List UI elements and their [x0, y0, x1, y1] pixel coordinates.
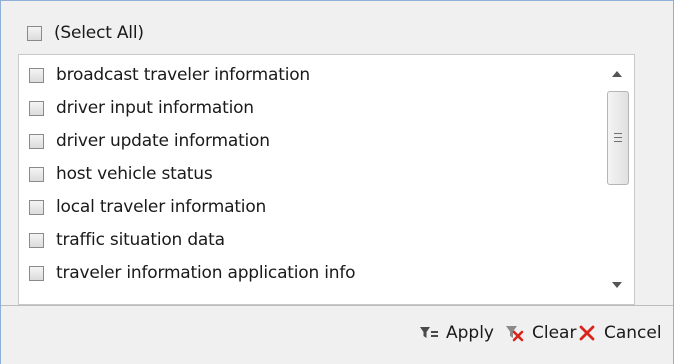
select-all-row[interactable]: (Select All) [27, 19, 144, 47]
select-all-label: (Select All) [54, 23, 144, 43]
item-checkbox[interactable] [29, 133, 44, 149]
apply-label: Apply [446, 323, 494, 343]
item-checkbox[interactable] [29, 232, 44, 248]
select-all-checkbox[interactable] [27, 25, 42, 41]
scroll-up-arrow-icon[interactable] [612, 71, 622, 77]
list-item[interactable]: traveler information application info [29, 258, 356, 288]
item-checkbox[interactable] [29, 166, 44, 182]
grip-line [614, 137, 622, 138]
item-checkbox[interactable] [29, 265, 44, 281]
vertical-scrollbar[interactable] [601, 55, 634, 304]
item-checkbox[interactable] [29, 199, 44, 215]
filter-clear-icon [506, 326, 524, 342]
scroll-down-arrow-icon[interactable] [612, 282, 622, 288]
grip-line [614, 133, 622, 134]
filter-dropdown-panel: (Select All) broadcast traveler informat… [0, 0, 674, 364]
item-label: driver update information [56, 131, 270, 151]
filter-values-list: broadcast traveler information driver in… [18, 54, 635, 305]
filter-apply-icon [420, 327, 438, 338]
cancel-button[interactable]: Cancel [576, 323, 662, 343]
list-item[interactable]: driver update information [29, 126, 270, 156]
clear-button[interactable]: Clear [504, 323, 576, 343]
close-icon [579, 325, 595, 341]
scroll-thumb[interactable] [607, 91, 629, 185]
cancel-label: Cancel [604, 323, 662, 343]
list-item[interactable]: host vehicle status [29, 159, 213, 189]
apply-button[interactable]: Apply [418, 323, 494, 343]
item-label: host vehicle status [56, 164, 213, 184]
item-checkbox[interactable] [29, 67, 44, 83]
footer-button-bar: Apply Clear Cancel [1, 305, 673, 364]
list-item[interactable]: driver input information [29, 93, 254, 123]
list-item[interactable]: local traveler information [29, 192, 266, 222]
clear-label: Clear [532, 323, 577, 343]
list-item[interactable]: broadcast traveler information [29, 60, 310, 90]
item-label: local traveler information [56, 197, 267, 217]
item-label: driver input information [56, 98, 254, 118]
item-label: traveler information application info [56, 263, 356, 283]
item-label: broadcast traveler information [56, 65, 310, 85]
list-item[interactable]: traffic situation data [29, 225, 225, 255]
item-checkbox[interactable] [29, 100, 44, 116]
item-label: traffic situation data [56, 230, 225, 250]
grip-line [614, 141, 622, 142]
